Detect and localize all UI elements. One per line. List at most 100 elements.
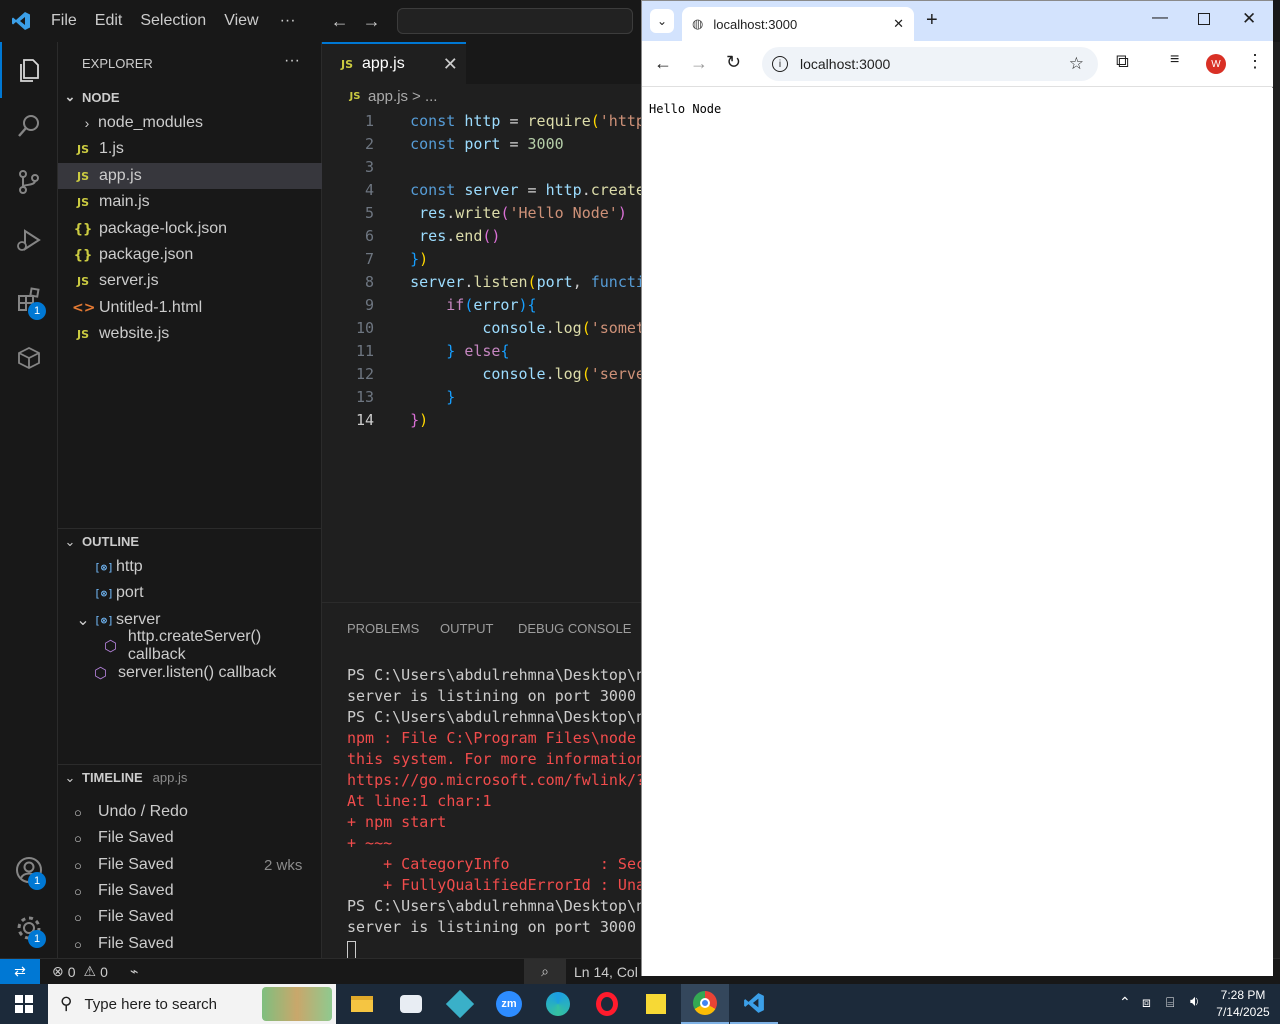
outline-item-createserver-callback[interactable]: ⬡ http.createServer() callback [58, 628, 322, 663]
menu-view[interactable]: View [215, 12, 267, 30]
tree-item-node-modules[interactable]: › node_modules [58, 110, 322, 136]
close-window-icon[interactable]: ✕ [1242, 9, 1256, 29]
nav-back-icon[interactable]: ← [331, 11, 349, 32]
outline-section-header[interactable]: ⌄ OUTLINE [58, 528, 322, 554]
remote-indicator-icon[interactable]: ⇄ [0, 959, 40, 984]
tree-item-package-json[interactable]: {} package.json [58, 242, 322, 268]
reload-icon[interactable]: ↻ [726, 52, 741, 73]
timeline-item[interactable]: ○ File Saved 2 wks [58, 852, 322, 878]
js-file-icon: JS [76, 327, 89, 341]
menu-more-button[interactable]: ··· [268, 12, 305, 30]
bookmark-star-icon[interactable]: ☆ [1069, 54, 1084, 74]
address-text: localhost:3000 [800, 56, 891, 72]
timeline-item[interactable]: ○ File Saved [58, 825, 322, 851]
explorer-more-button[interactable]: ··· [284, 52, 300, 70]
opera-icon[interactable] [583, 984, 631, 1024]
manage-gear-icon[interactable]: 1 [0, 900, 58, 956]
tree-item-package-lock-json[interactable]: {} package-lock.json [58, 216, 322, 242]
code-editor[interactable]: 1 const http = require('http 2 const por… [322, 109, 642, 429]
warning-icon: ⚠ [83, 963, 97, 979]
nav-forward-icon[interactable]: → [363, 11, 381, 32]
run-debug-icon[interactable] [0, 212, 58, 268]
timeline-item[interactable]: ○ File Saved [58, 878, 322, 904]
close-tab-icon[interactable]: ✕ [893, 16, 904, 32]
tree-item-1-js[interactable]: JS 1.js [58, 136, 322, 162]
variable-icon: [⊛] [94, 586, 114, 600]
explorer-activity-icon[interactable] [0, 42, 58, 98]
remote-explorer-icon[interactable] [0, 330, 58, 386]
terminal[interactable]: PS C:\Users\abdulrehmna\Desktop\n server… [322, 665, 642, 959]
edge-icon[interactable] [534, 984, 582, 1024]
vscode-taskbar-icon[interactable] [730, 984, 778, 1024]
command-center-search[interactable] [396, 8, 633, 34]
timeline-item[interactable]: ○ Undo / Redo [58, 799, 322, 825]
ports-icon[interactable]: ⌁ [130, 963, 138, 980]
folder-node[interactable]: ⌄ NODE [58, 84, 322, 110]
timeline-item-label: File Saved [98, 908, 174, 925]
js-file-icon: JS [76, 274, 89, 288]
media-control-icon[interactable]: ≡ [1170, 51, 1179, 69]
source-control-icon[interactable] [0, 154, 58, 210]
back-icon[interactable]: ← [654, 53, 672, 74]
extensions-icon[interactable]: 1 [0, 272, 58, 328]
timeline-section-header[interactable]: ⌄ TIMELINE app.js [58, 764, 322, 790]
zoom-app-icon[interactable]: zm [485, 984, 533, 1024]
clock[interactable]: 7:28 PM 7/14/2025 [1212, 987, 1274, 1021]
tree-item-main-js[interactable]: JS main.js [58, 189, 322, 215]
search-activity-icon[interactable] [0, 98, 58, 154]
show-hidden-icons-chevron[interactable]: ⌃ [1119, 994, 1131, 1011]
cursor-position[interactable]: Ln 14, Col [574, 964, 638, 980]
network-icon[interactable]: ⧈ [1142, 994, 1151, 1011]
chrome-icon[interactable] [681, 984, 729, 1024]
site-info-icon[interactable]: i [772, 56, 788, 72]
breadcrumb-file[interactable]: app.js [368, 88, 408, 105]
tree-item-label: server.js [99, 272, 159, 289]
code-line: 13 } [355, 387, 456, 406]
menu-edit[interactable]: Edit [86, 12, 132, 30]
outline-item-listen-callback[interactable]: ⬡ server.listen() callback [58, 660, 322, 686]
variable-icon: [⊛] [94, 613, 114, 627]
browser-tab[interactable]: ◍ localhost:3000 ✕ [682, 7, 914, 41]
tab-label: app.js [362, 55, 405, 72]
outline-item-port[interactable]: [⊛] port [58, 580, 322, 606]
new-tab-icon[interactable]: + [926, 9, 938, 32]
tree-item-server-js[interactable]: JS server.js [58, 268, 322, 294]
address-bar[interactable]: i localhost:3000 ☆ [762, 47, 1098, 81]
tab-app-js[interactable]: JS app.js ✕ [322, 42, 466, 84]
menu-file[interactable]: File [42, 12, 86, 30]
extensions-puzzle-icon[interactable]: ⧉ [1116, 51, 1129, 72]
timeline-item[interactable]: ○ File Saved [58, 904, 322, 930]
taskbar-search-box[interactable]: ⚲ Type here to search [48, 984, 336, 1024]
terminal-line: server is listining on port 3000 [347, 687, 636, 705]
tree-item-untitled-html[interactable]: <> Untitled-1.html [58, 295, 322, 321]
timeline-item[interactable]: ○ File Saved [58, 931, 322, 957]
menu-selection[interactable]: Selection [131, 12, 215, 30]
outline-item-label: http [116, 558, 143, 575]
tab-search-dropdown-icon[interactable]: ⌄ [650, 9, 674, 33]
app-icon[interactable] [436, 984, 484, 1024]
accounts-icon[interactable]: 1 [0, 842, 58, 898]
problems-indicator[interactable]: ⊗ 0 ⚠ 0 [52, 963, 108, 980]
browser-menu-icon[interactable]: ⋮ [1246, 51, 1264, 72]
outline-item-http[interactable]: [⊛] http [58, 554, 322, 580]
start-button[interactable] [0, 984, 48, 1024]
close-icon[interactable]: ✕ [443, 54, 458, 75]
minimize-icon[interactable]: — [1152, 9, 1168, 27]
zoom-icon[interactable]: ⌕ [524, 959, 566, 984]
wifi-icon[interactable]: ⌸ [1166, 994, 1174, 1011]
maximize-icon[interactable] [1198, 13, 1210, 25]
profile-avatar[interactable]: W [1206, 54, 1226, 74]
snipping-tool-icon[interactable] [387, 984, 435, 1024]
tab-problems[interactable]: PROBLEMS [347, 621, 419, 636]
sticky-notes-icon[interactable] [632, 984, 680, 1024]
volume-icon[interactable]: 🔉︎ [1190, 993, 1199, 1010]
tab-debug-console[interactable]: DEBUG CONSOLE [518, 621, 631, 636]
forward-icon[interactable]: → [690, 53, 708, 74]
timeline-age: 2 wks [264, 856, 303, 874]
tab-output[interactable]: OUTPUT [440, 621, 493, 636]
tree-item-website-js[interactable]: JS website.js [58, 321, 322, 347]
breadcrumb-rest[interactable]: > ... [412, 88, 437, 105]
file-explorer-icon[interactable] [338, 984, 386, 1024]
timeline-item-label: Undo / Redo [98, 803, 188, 820]
tree-item-app-js[interactable]: JS app.js [58, 163, 322, 189]
